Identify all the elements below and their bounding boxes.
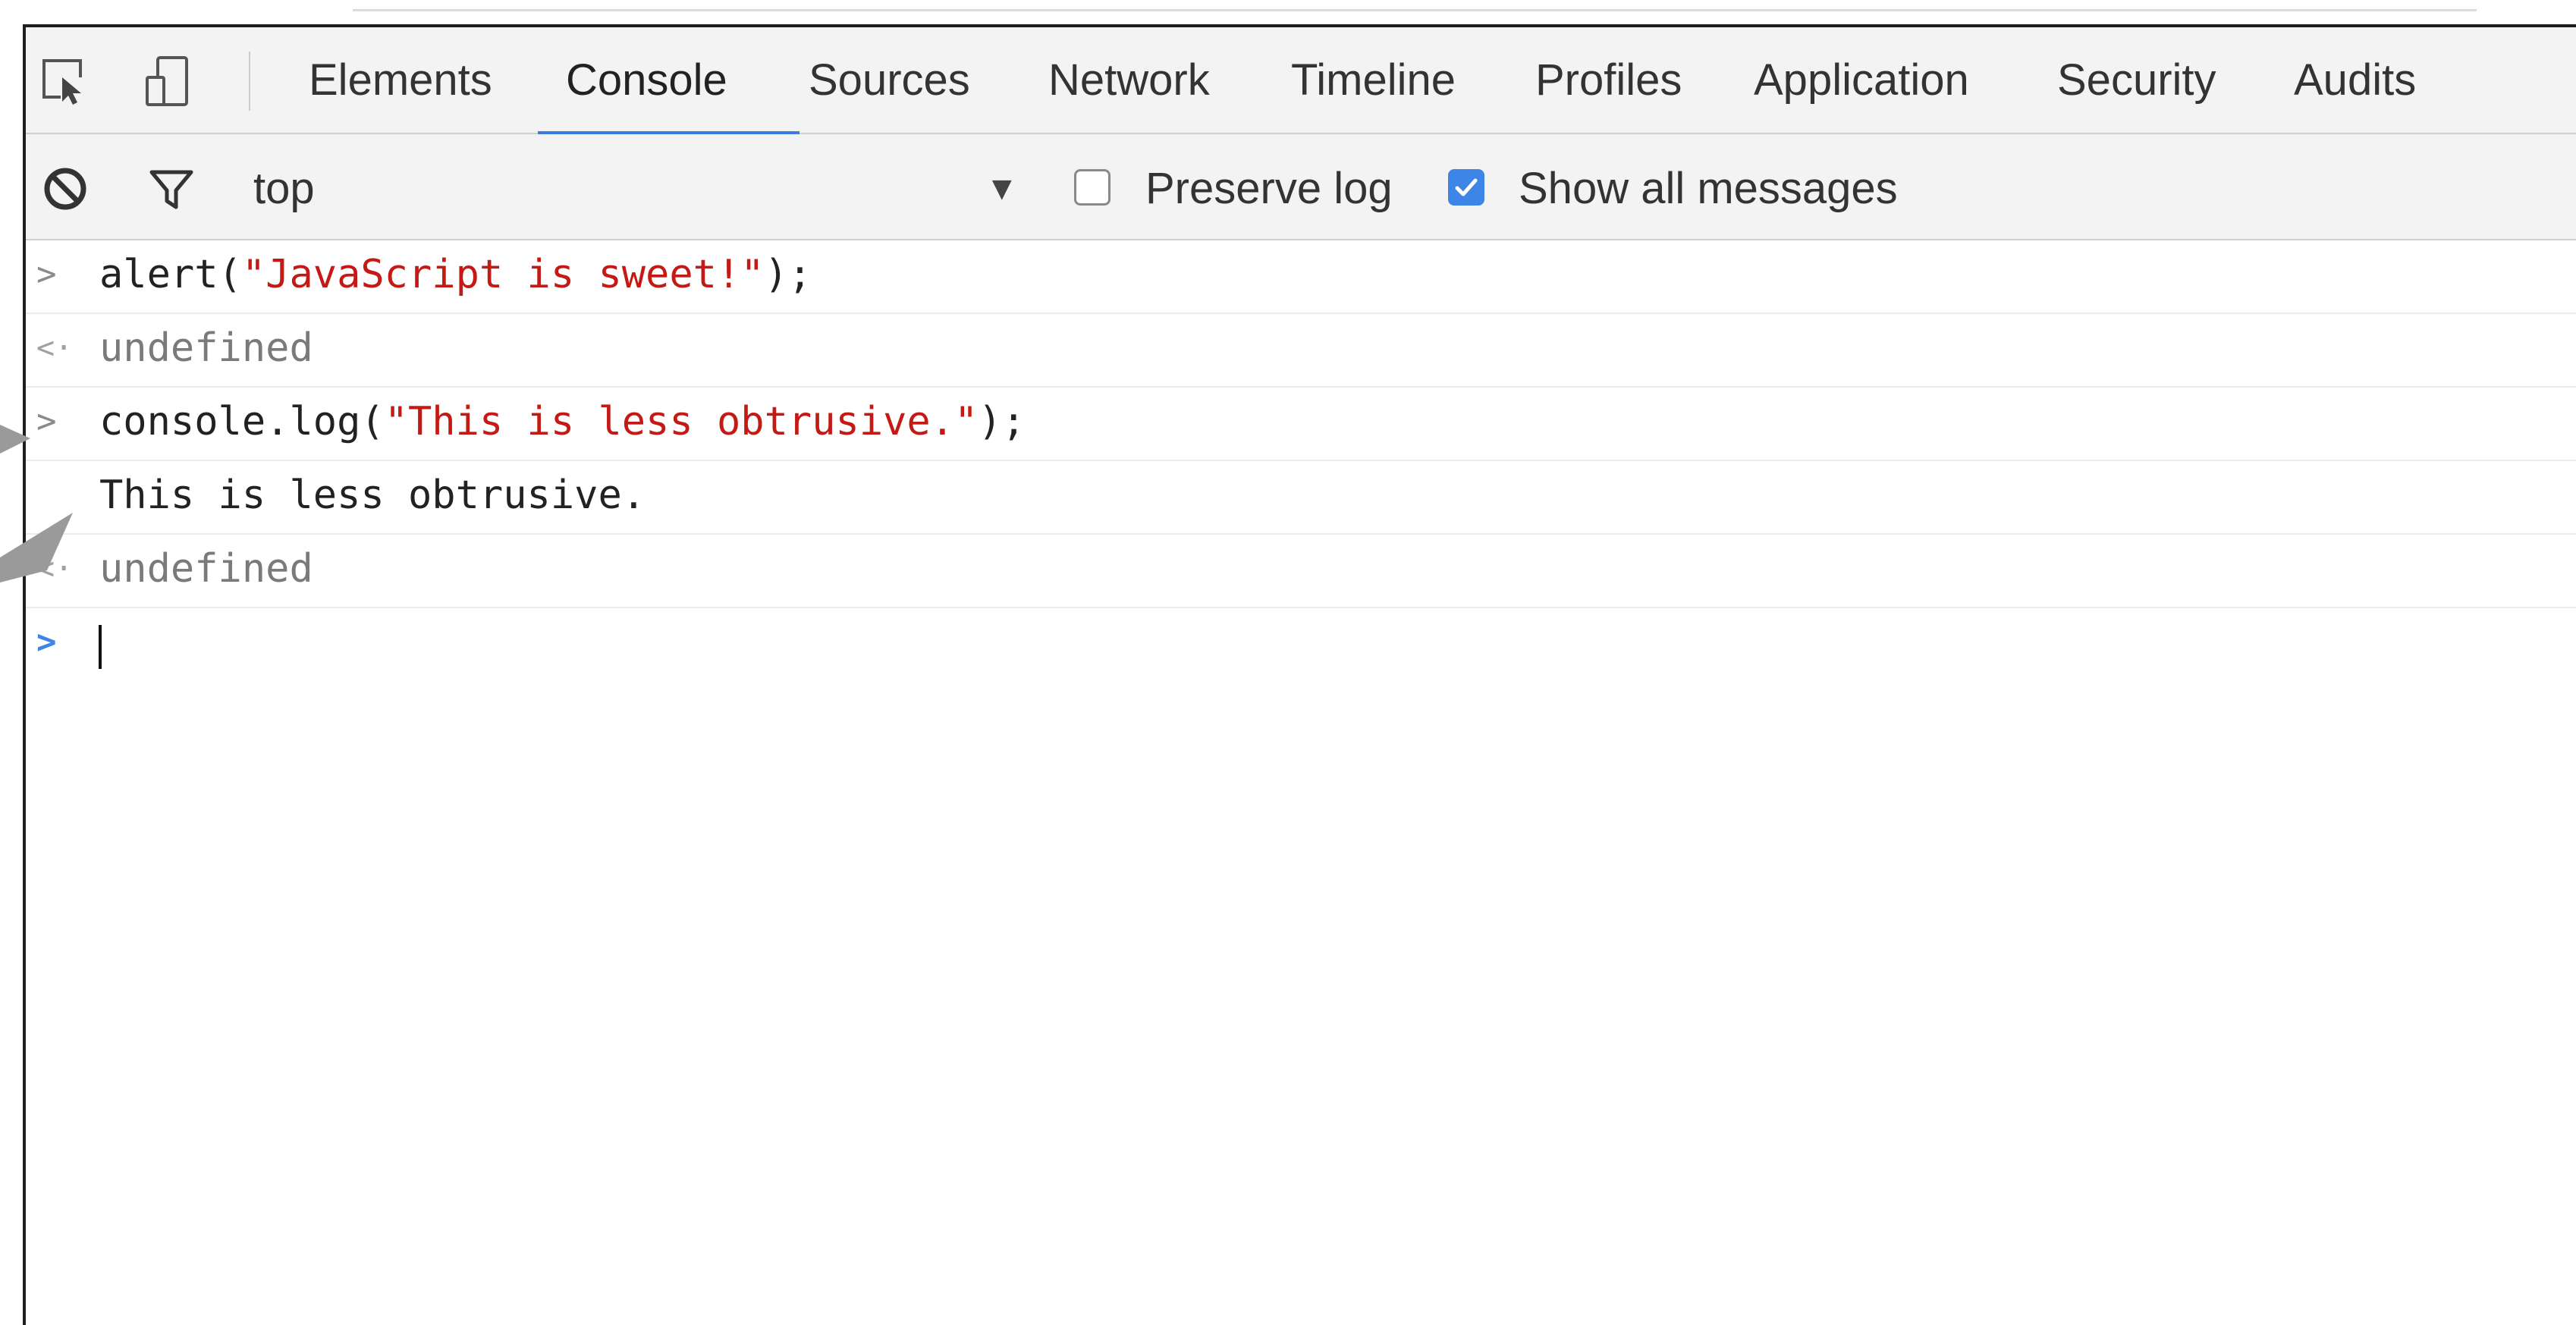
input-code[interactable]: console.log("This is less obtrusive."); — [99, 388, 1026, 456]
tab-sources[interactable]: Sources — [809, 50, 970, 134]
tab-network[interactable]: Network — [1048, 50, 1210, 134]
tab-profiles[interactable]: Profiles — [1535, 50, 1682, 134]
context-selector[interactable]: top — [253, 159, 315, 219]
tab-elements[interactable]: Elements — [309, 50, 492, 134]
console-prompt[interactable]: > — [26, 608, 2576, 682]
inspect-element-icon[interactable] — [39, 55, 93, 108]
input-code[interactable]: alert("JavaScript is sweet!"); — [99, 240, 812, 309]
tab-audits[interactable]: Audits — [2294, 50, 2416, 134]
console-output: > alert("JavaScript is sweet!"); <· unde… — [26, 240, 2576, 682]
log-message[interactable]: This is less obtrusive. — [99, 461, 646, 529]
console-toolbar: top ▼ Preserve log Show all messages — [26, 134, 2576, 240]
result-arrow-icon: <· — [36, 551, 74, 586]
tab-console[interactable]: Console — [566, 50, 727, 134]
window-edge-line — [353, 9, 2477, 11]
result-arrow-icon: <· — [36, 331, 74, 366]
browser-window-edge — [0, 0, 2576, 24]
tab-divider — [249, 52, 250, 111]
context-dropdown-arrow-icon[interactable]: ▼ — [985, 159, 1019, 219]
devtools-panel: Elements Console Sources Network Timelin… — [23, 24, 2576, 1325]
preserve-log-checkbox[interactable] — [1074, 169, 1111, 206]
devtools-tabbar: Elements Console Sources Network Timelin… — [26, 27, 2576, 135]
input-chevron-icon: > — [36, 255, 57, 294]
result-value[interactable]: undefined — [99, 314, 313, 382]
device-toolbar-icon[interactable] — [141, 55, 194, 108]
tab-timeline[interactable]: Timeline — [1291, 50, 1456, 134]
console-log-row: This is less obtrusive. — [26, 461, 2576, 535]
console-input-row: > alert("JavaScript is sweet!"); — [26, 240, 2576, 314]
console-input-row: > console.log("This is less obtrusive.")… — [26, 388, 2576, 461]
tab-security[interactable]: Security — [2057, 50, 2216, 134]
code-call: console.log( — [99, 399, 385, 444]
code-call: alert( — [99, 252, 242, 297]
checkmark-icon — [1455, 178, 1478, 196]
show-all-messages-label[interactable]: Show all messages — [1519, 159, 1898, 219]
preserve-log-label[interactable]: Preserve log — [1145, 159, 1393, 219]
code-end: ); — [978, 399, 1026, 444]
code-string: "JavaScript is sweet!" — [241, 252, 765, 297]
result-value[interactable]: undefined — [99, 535, 313, 603]
show-all-messages-checkbox[interactable] — [1448, 169, 1484, 206]
filter-icon[interactable] — [147, 165, 196, 213]
console-result-row: <· undefined — [26, 535, 2576, 608]
tab-application[interactable]: Application — [1754, 50, 1969, 134]
console-result-row: <· undefined — [26, 314, 2576, 388]
code-end: ); — [764, 252, 812, 297]
clear-console-icon[interactable] — [41, 165, 90, 213]
screenshot-page: Elements Console Sources Network Timelin… — [0, 0, 2576, 1325]
prompt-chevron-icon: > — [36, 623, 57, 661]
input-chevron-icon: > — [36, 402, 57, 441]
text-caret — [99, 625, 102, 669]
code-string: "This is less obtrusive." — [384, 399, 979, 444]
